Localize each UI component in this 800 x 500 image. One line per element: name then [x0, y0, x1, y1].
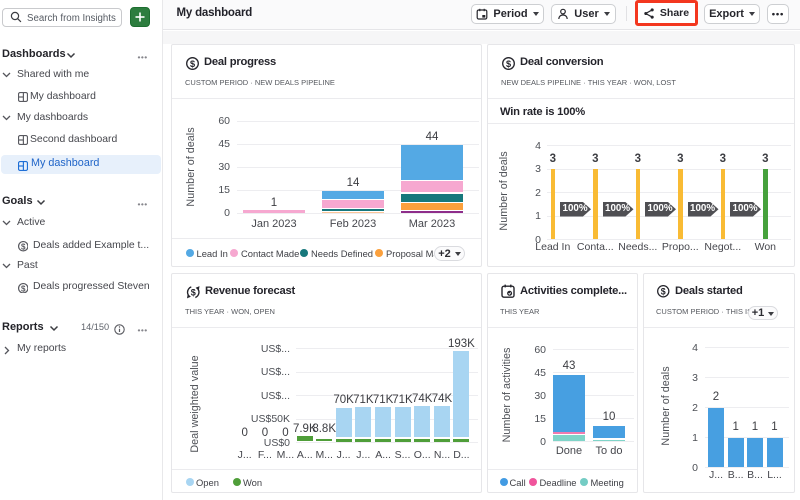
- svg-text:$: $: [21, 242, 26, 251]
- svg-text:$: $: [190, 287, 195, 297]
- svg-text:$: $: [190, 58, 195, 68]
- svg-text:$: $: [506, 58, 511, 68]
- svg-text:$: $: [661, 287, 666, 297]
- svg-text:$: $: [21, 284, 26, 293]
